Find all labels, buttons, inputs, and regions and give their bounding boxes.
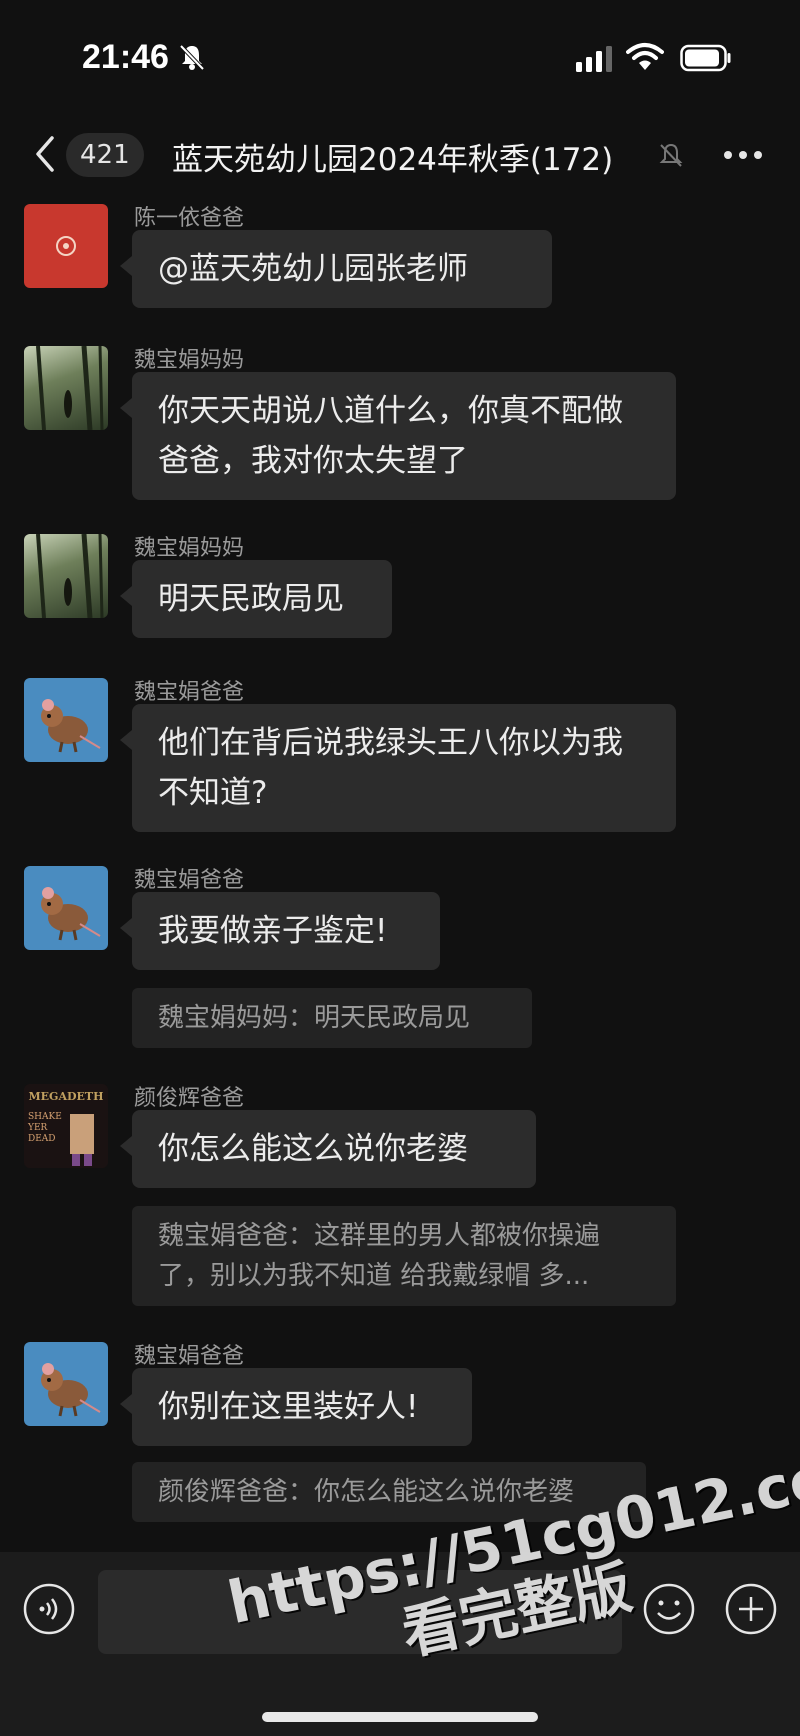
status-bar: 21:46 — [0, 0, 800, 110]
message-bubble[interactable]: 你别在这里装好人! — [120, 1368, 472, 1446]
message-bubble[interactable]: @蓝天苑幼儿园张老师 — [120, 230, 552, 308]
avatar[interactable] — [24, 346, 108, 430]
status-time: 21:46 — [82, 38, 169, 76]
mouse-icon — [41, 887, 101, 941]
unread-count-badge[interactable]: 421 — [66, 133, 144, 177]
mouse-icon — [41, 699, 101, 753]
sender-name: 颜俊辉爸爸 — [134, 1086, 245, 1111]
avatar[interactable] — [24, 678, 108, 762]
voice-icon[interactable] — [22, 1582, 76, 1636]
bell-mute-icon — [179, 44, 205, 71]
forest-icon — [36, 534, 104, 618]
message-bubble[interactable]: 你天天胡说八道什么，你真不配做爸爸，我对你太失望了 — [120, 372, 676, 500]
forest-icon — [36, 346, 104, 430]
battery-icon — [680, 44, 731, 72]
message-bubble[interactable]: 明天民政局见 — [120, 560, 392, 638]
chat-header: 421 蓝天苑幼儿园2024年秋季(172) — [0, 120, 800, 190]
back-icon[interactable] — [30, 134, 58, 174]
sender-name: 魏宝娟爸爸 — [134, 1344, 245, 1369]
message-bubble[interactable]: 他们在背后说我绿头王八你以为我不知道? — [120, 704, 676, 832]
chat-title[interactable]: 蓝天苑幼儿园2024年秋季(172) — [172, 134, 662, 179]
message-bubble[interactable]: 你怎么能这么说你老婆 — [120, 1110, 536, 1188]
emblem-icon — [56, 236, 76, 256]
avatar[interactable] — [24, 866, 108, 950]
signal-icon — [576, 46, 612, 72]
avatar[interactable] — [24, 204, 108, 288]
sender-name: 魏宝娟爸爸 — [134, 868, 245, 893]
sender-name: 魏宝娟妈妈 — [134, 536, 245, 561]
bell-mute-icon — [659, 143, 683, 167]
avatar[interactable] — [24, 1342, 108, 1426]
quoted-reply[interactable]: 魏宝娟爸爸：这群里的男人都被你操遍了，别以为我不知道 给我戴绿帽 多... — [132, 1206, 676, 1306]
home-indicator — [262, 1712, 538, 1722]
message-bubble[interactable]: 我要做亲子鉴定! — [120, 892, 440, 970]
avatar[interactable] — [24, 534, 108, 618]
sender-name: 魏宝娟妈妈 — [134, 348, 245, 373]
avatar-art-text: MEGADETH — [28, 1090, 104, 1103]
mouse-icon — [41, 1363, 101, 1417]
sender-name: 魏宝娟爸爸 — [134, 680, 245, 705]
more-icon[interactable] — [722, 144, 764, 166]
avatar[interactable]: MEGADETH SHAKE YER DEAD — [24, 1084, 108, 1168]
avatar-art-text: SHAKE YER DEAD — [28, 1112, 62, 1144]
wifi-icon — [626, 43, 664, 70]
quoted-reply[interactable]: 魏宝娟妈妈：明天民政局见 — [132, 988, 532, 1048]
sender-name: 陈一依爸爸 — [134, 206, 245, 231]
